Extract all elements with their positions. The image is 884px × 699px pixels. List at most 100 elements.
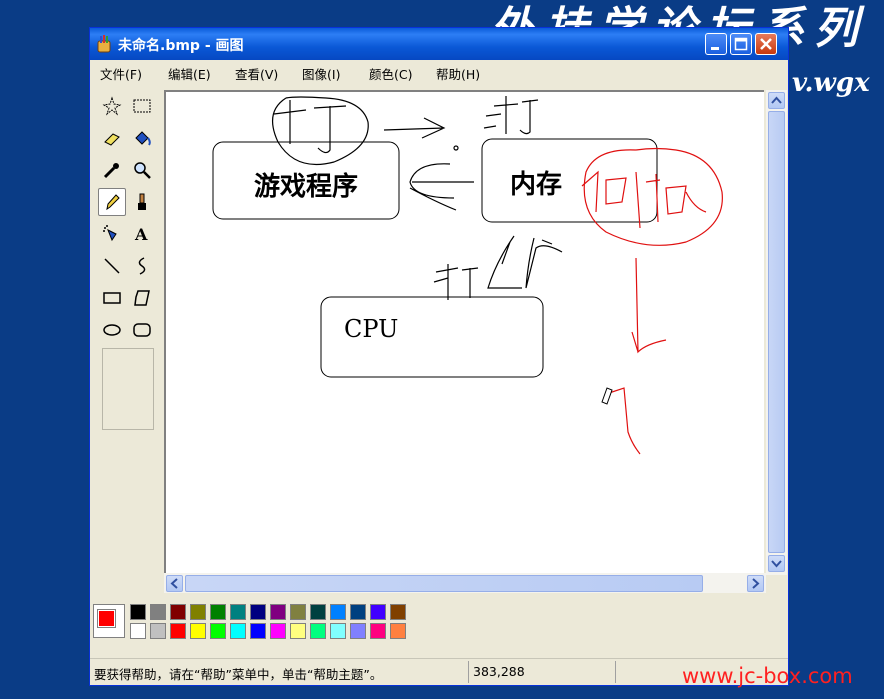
text-tool[interactable]: A <box>128 220 156 248</box>
color-swatch[interactable] <box>150 604 166 620</box>
status-coordinates: 383,288 <box>473 664 525 679</box>
scroll-right-button[interactable] <box>747 575 764 592</box>
select-icon <box>133 99 151 113</box>
color-swatch[interactable] <box>390 623 406 639</box>
menu-edit[interactable]: 编辑(E) <box>168 64 211 83</box>
eyedropper-icon <box>103 163 119 179</box>
horizontal-scroll-thumb[interactable] <box>185 575 703 592</box>
paint-app-icon <box>97 35 111 53</box>
magnifier-tool[interactable] <box>128 156 156 184</box>
color-swatch[interactable] <box>350 604 366 620</box>
brush-tool[interactable] <box>128 188 156 216</box>
free-form-select-icon <box>102 96 122 116</box>
color-swatch[interactable] <box>290 623 306 639</box>
color-swatch[interactable] <box>250 604 266 620</box>
fill-tool[interactable] <box>128 124 156 152</box>
free-form-select-tool[interactable] <box>98 92 126 120</box>
arrow-down-icon <box>771 560 782 568</box>
color-swatch[interactable] <box>190 623 206 639</box>
text-icon: A <box>134 225 148 244</box>
pencil-icon <box>106 194 120 211</box>
close-icon <box>760 38 772 50</box>
color-swatch[interactable] <box>150 623 166 639</box>
polygon-tool[interactable] <box>128 284 156 312</box>
cpu-label: CPU <box>344 315 398 343</box>
line-icon <box>104 258 120 274</box>
color-swatch[interactable] <box>130 604 146 620</box>
maximize-icon <box>734 37 748 51</box>
color-swatch[interactable] <box>290 604 306 620</box>
line-tool[interactable] <box>98 252 126 280</box>
memory-label: 内存 <box>510 170 562 200</box>
color-swatch[interactable] <box>330 604 346 620</box>
scroll-down-button[interactable] <box>768 555 785 572</box>
arrow-up-icon <box>771 96 782 104</box>
status-divider <box>468 661 469 683</box>
scroll-left-button[interactable] <box>166 575 183 592</box>
title-bar[interactable]: 未命名.bmp - 画图 <box>90 28 788 60</box>
canvas-drawing: 游戏程序 内存 CPU <box>212 96 723 455</box>
watermark-url: www.jc-box.com <box>682 664 853 688</box>
color-swatch[interactable] <box>230 604 246 620</box>
airbrush-icon <box>103 225 117 242</box>
status-divider <box>615 661 616 683</box>
rounded-rectangle-icon <box>133 323 151 337</box>
menu-view[interactable]: 查看(V) <box>235 64 278 83</box>
tool-options-box[interactable] <box>102 348 154 430</box>
scroll-up-button[interactable] <box>768 92 785 109</box>
eraser-tool[interactable] <box>98 124 126 152</box>
color-swatch[interactable] <box>190 604 206 620</box>
color-swatch[interactable] <box>210 623 226 639</box>
curve-tool[interactable] <box>128 252 156 280</box>
rounded-rectangle-tool[interactable] <box>128 316 156 344</box>
arrow-right-icon <box>752 578 760 589</box>
pencil-tool[interactable] <box>98 188 126 216</box>
color-swatch[interactable] <box>270 623 286 639</box>
color-swatch[interactable] <box>210 604 226 620</box>
curve-icon <box>138 257 146 275</box>
game-program-label: 游戏程序 <box>254 171 358 202</box>
color-swatch[interactable] <box>170 604 186 620</box>
background-url: v.wgx <box>792 68 870 98</box>
current-colors[interactable] <box>93 604 125 638</box>
color-swatch[interactable] <box>370 623 386 639</box>
eraser-icon <box>104 133 120 146</box>
select-tool[interactable] <box>128 92 156 120</box>
menu-image[interactable]: 图像(I) <box>302 64 340 83</box>
menu-colors[interactable]: 颜色(C) <box>369 64 412 83</box>
color-swatch[interactable] <box>130 623 146 639</box>
vertical-scroll-thumb[interactable] <box>768 111 785 553</box>
magnifier-icon <box>134 162 151 179</box>
color-swatch[interactable] <box>170 623 186 639</box>
foreground-color <box>98 610 115 627</box>
drawing-canvas[interactable]: 游戏程序 内存 CPU <box>164 90 764 575</box>
airbrush-tool[interactable] <box>98 220 126 248</box>
rectangle-tool[interactable] <box>98 284 126 312</box>
tool-box: A <box>94 90 164 436</box>
vertical-scrollbar[interactable] <box>766 90 787 575</box>
ellipse-tool[interactable] <box>98 316 126 344</box>
ellipse-icon <box>103 324 121 336</box>
color-swatch[interactable] <box>370 604 386 620</box>
color-swatch[interactable] <box>270 604 286 620</box>
color-swatch[interactable] <box>330 623 346 639</box>
menu-file[interactable]: 文件(F) <box>100 64 142 83</box>
color-swatch[interactable] <box>310 623 326 639</box>
horizontal-scrollbar[interactable] <box>164 573 766 593</box>
color-swatch[interactable] <box>230 623 246 639</box>
fill-bucket-icon <box>135 131 151 146</box>
minimize-icon <box>711 47 719 50</box>
pick-color-tool[interactable] <box>98 156 126 184</box>
color-swatch[interactable] <box>250 623 266 639</box>
minimize-button[interactable] <box>705 33 727 55</box>
color-swatch[interactable] <box>310 604 326 620</box>
color-swatch[interactable] <box>390 604 406 620</box>
polygon-icon <box>134 290 150 306</box>
color-swatch[interactable] <box>350 623 366 639</box>
menu-help[interactable]: 帮助(H) <box>436 64 480 83</box>
status-help-text: 要获得帮助，请在“帮助”菜单中，单击“帮助主题”。 <box>94 667 383 682</box>
svg-text:A: A <box>134 225 148 244</box>
pencil-cursor <box>601 387 613 405</box>
close-button[interactable] <box>755 33 777 55</box>
maximize-button[interactable] <box>730 33 752 55</box>
